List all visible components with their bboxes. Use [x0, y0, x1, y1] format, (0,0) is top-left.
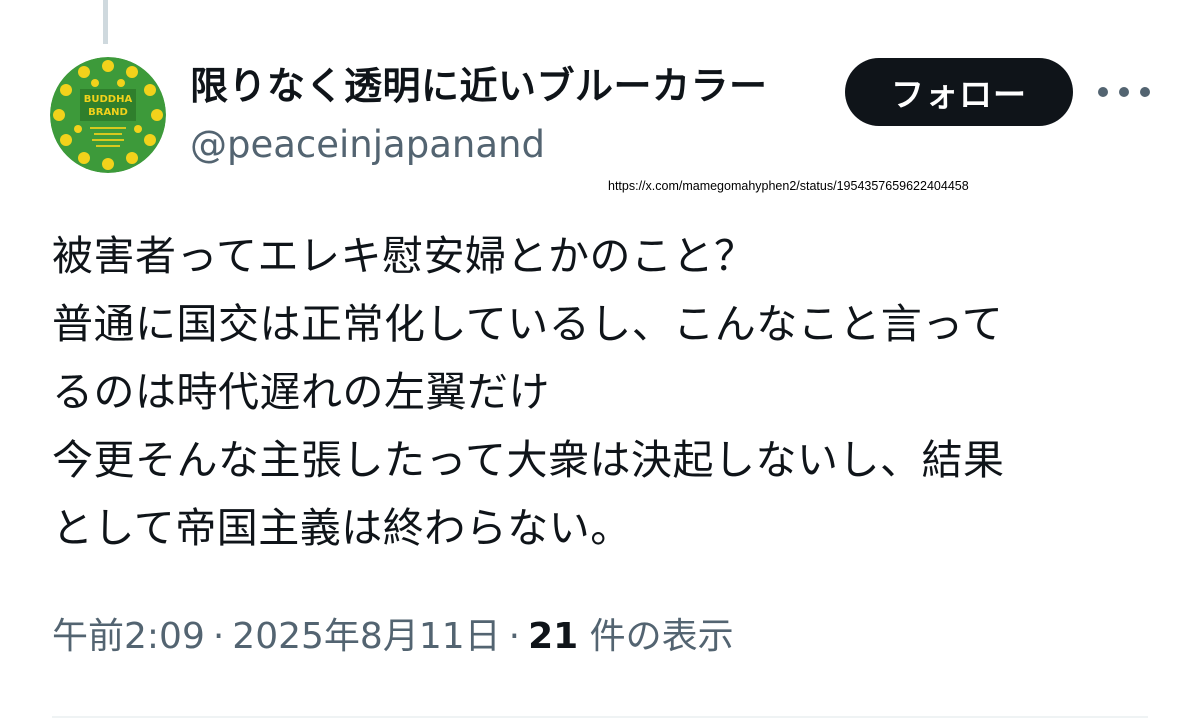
author-display-name[interactable]: 限りなく透明に近いブルーカラー — [190, 62, 768, 110]
meta-separator: · — [508, 616, 521, 657]
views-label[interactable]: 件の表示 — [590, 616, 734, 657]
more-options-button[interactable] — [1098, 76, 1150, 108]
source-url-overlay: https://x.com/mamegomahyphen2/status/195… — [608, 179, 969, 193]
thread-connector-line — [103, 0, 108, 44]
tweet-text-line: 被害者ってエレキ慰安婦とかのこと？ — [52, 232, 756, 280]
tweet-meta: 午前2:09 · 2025年8月11日 · 21 件の表示 — [52, 612, 734, 662]
more-horizontal-icon — [1140, 87, 1150, 97]
buddha-brand-avatar-icon: BUDDHA BRAND — [50, 57, 166, 173]
more-horizontal-icon — [1119, 87, 1129, 97]
follow-button[interactable]: フォロー — [845, 58, 1073, 126]
avatar[interactable]: BUDDHA BRAND — [50, 57, 166, 173]
tweet-text-line: 普通に国交は正常化しているし、こんなこと言って — [52, 300, 1004, 348]
tweet-time[interactable]: 午前2:09 — [52, 616, 205, 657]
avatar-logo-line2: BRAND — [88, 107, 128, 118]
views-count[interactable]: 21 — [528, 616, 578, 657]
author-handle[interactable]: @peaceinjapanand — [190, 122, 545, 168]
more-horizontal-icon — [1098, 87, 1108, 97]
meta-separator: · — [212, 616, 225, 657]
tweet-text: 被害者ってエレキ慰安婦とかのこと？ 普通に国交は正常化しているし、こんなこと言っ… — [52, 222, 1152, 562]
divider — [52, 716, 1148, 718]
tweet-text-line: として帝国主義は終わらない。 — [52, 504, 632, 552]
tweet-date[interactable]: 2025年8月11日 — [232, 616, 500, 657]
tweet-text-line: るのは時代遅れの左翼だけ — [52, 368, 550, 416]
avatar-logo-line1: BUDDHA — [84, 94, 133, 105]
tweet-text-line: 今更そんな主張したって大衆は決起しないし、結果 — [52, 436, 1005, 484]
